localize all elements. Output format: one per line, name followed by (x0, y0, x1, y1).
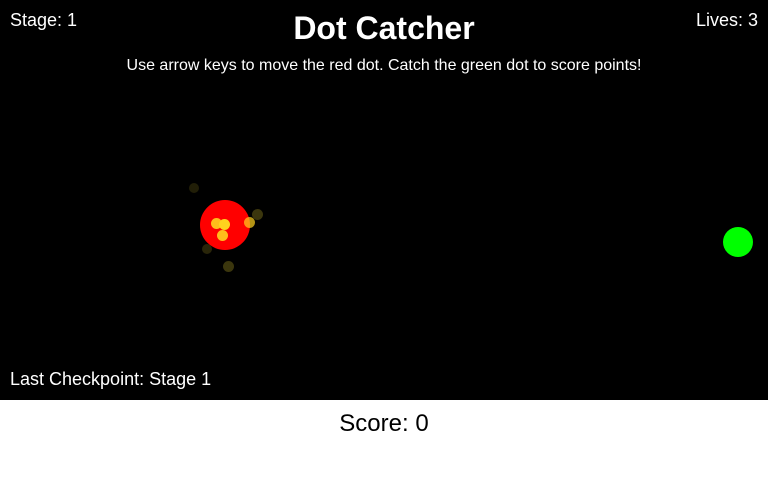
target-green-dot (723, 227, 753, 257)
checkpoint-indicator: Last Checkpoint: Stage 1 (10, 369, 212, 389)
score-area: Score: 0 (0, 400, 768, 480)
game-title: Dot Catcher (293, 10, 475, 46)
score-display: Score: 0 (339, 410, 429, 437)
spark-particle (219, 219, 230, 230)
trail-particle (223, 261, 234, 272)
spark-particle (217, 230, 228, 241)
instructions-text: Use arrow keys to move the red dot. Catc… (126, 57, 642, 74)
lives-indicator: Lives: 3 (695, 10, 758, 30)
game-canvas[interactable]: Stage: 1 Dot Catcher Lives: 3 Use arrow … (0, 0, 768, 400)
spark-particle (244, 217, 255, 228)
trail-particle (189, 183, 199, 193)
